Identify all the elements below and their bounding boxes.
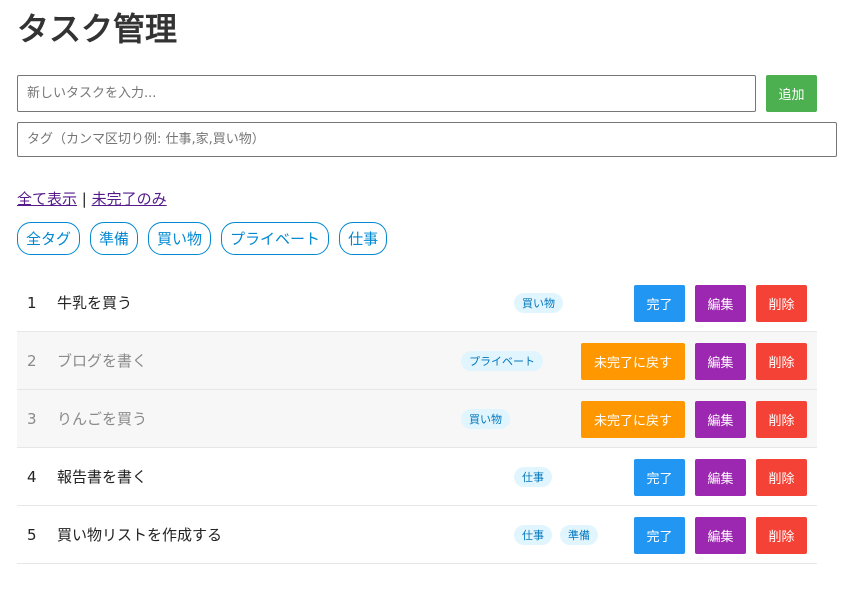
edit-button[interactable]: 編集 — [695, 517, 746, 554]
delete-button[interactable]: 削除 — [756, 517, 807, 554]
tag-chip: プライベート — [461, 351, 543, 371]
delete-button[interactable]: 削除 — [756, 343, 807, 380]
add-button[interactable]: 追加 — [766, 75, 817, 112]
complete-button[interactable]: 完了 — [634, 517, 685, 554]
undo-complete-button[interactable]: 未完了に戻す — [581, 401, 685, 438]
delete-button[interactable]: 削除 — [756, 401, 807, 438]
complete-button[interactable]: 完了 — [634, 285, 685, 322]
filter-separator: | — [81, 190, 87, 208]
tag-chip: 買い物 — [514, 293, 563, 313]
tag-chip: 仕事 — [514, 525, 552, 545]
task-text: 牛乳を買う — [57, 294, 133, 312]
view-filters: 全て表示 | 未完了のみ — [17, 188, 167, 210]
task-number: 4 — [27, 468, 37, 486]
task-text: ブログを書く — [57, 352, 148, 370]
task-text: 報告書を書く — [57, 468, 148, 486]
task-tags: 買い物 — [461, 409, 510, 429]
page-title: タスク管理 — [17, 10, 178, 48]
tag-chip: 買い物 — [461, 409, 510, 429]
task-text: 買い物リストを作成する — [57, 526, 223, 544]
edit-button[interactable]: 編集 — [695, 401, 746, 438]
edit-button[interactable]: 編集 — [695, 285, 746, 322]
task-number: 2 — [27, 352, 37, 370]
task-list: 1 牛乳を買う 買い物 完了 編集 削除 2 ブログを書く プライベート 未完了… — [17, 274, 817, 564]
task-row: 5 買い物リストを作成する 仕事 準備 完了 編集 削除 — [17, 506, 817, 564]
task-number: 3 — [27, 410, 37, 428]
task-tags: プライベート — [461, 351, 543, 371]
new-task-input[interactable] — [17, 75, 756, 112]
delete-button[interactable]: 削除 — [756, 285, 807, 322]
task-row: 2 ブログを書く プライベート 未完了に戻す 編集 削除 — [17, 332, 817, 390]
tag-filter-private[interactable]: プライベート — [221, 222, 330, 255]
undo-complete-button[interactable]: 未完了に戻す — [581, 343, 685, 380]
tag-input[interactable] — [17, 122, 837, 157]
tag-chip: 仕事 — [514, 467, 552, 487]
edit-button[interactable]: 編集 — [695, 343, 746, 380]
incomplete-only-link[interactable]: 未完了のみ — [92, 190, 167, 208]
task-row: 3 りんごを買う 買い物 未完了に戻す 編集 削除 — [17, 390, 817, 448]
task-text: りんごを買う — [57, 410, 148, 428]
task-row: 1 牛乳を買う 買い物 完了 編集 削除 — [17, 274, 817, 332]
task-tags: 買い物 — [514, 293, 563, 313]
tag-filter-all[interactable]: 全タグ — [17, 222, 81, 255]
tag-filter-bar: 全タグ 準備 買い物 プライベート 仕事 — [17, 222, 388, 255]
task-row: 4 報告書を書く 仕事 完了 編集 削除 — [17, 448, 817, 506]
show-all-link[interactable]: 全て表示 — [17, 190, 77, 208]
task-tags: 仕事 — [514, 467, 552, 487]
tag-chip: 準備 — [560, 525, 598, 545]
task-number: 1 — [27, 294, 37, 312]
task-number: 5 — [27, 526, 37, 544]
complete-button[interactable]: 完了 — [634, 459, 685, 496]
tag-filter-prep[interactable]: 準備 — [90, 222, 139, 255]
delete-button[interactable]: 削除 — [756, 459, 807, 496]
tag-filter-shopping[interactable]: 買い物 — [148, 222, 212, 255]
task-tags: 仕事 準備 — [514, 525, 598, 545]
tag-filter-work[interactable]: 仕事 — [339, 222, 388, 255]
edit-button[interactable]: 編集 — [695, 459, 746, 496]
